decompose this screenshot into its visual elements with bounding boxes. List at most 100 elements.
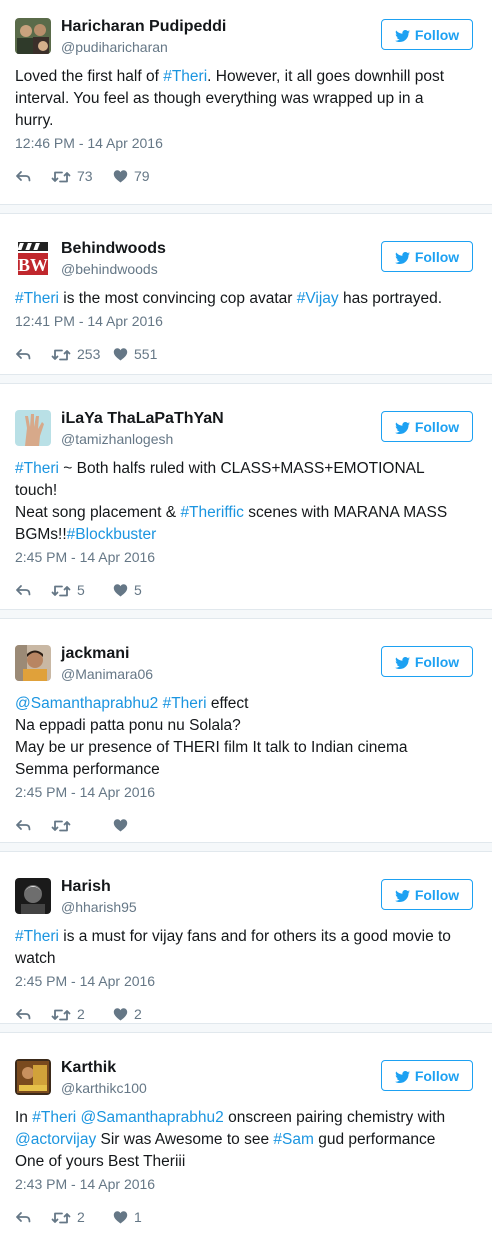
reply-button[interactable] [15, 583, 51, 597]
tweet-divider [0, 1023, 492, 1033]
retweet-button[interactable]: 73 [51, 168, 113, 184]
follow-label: Follow [414, 653, 460, 670]
text-segment: gud performance [313, 1131, 436, 1148]
avatar[interactable] [15, 645, 51, 681]
like-button[interactable]: 1 [113, 1209, 153, 1225]
tweet-text-line: One of yours Best Theriii [15, 1151, 477, 1173]
tweet-text-line: Na eppadi patta ponu nu Solala? [15, 715, 477, 737]
avatar[interactable] [15, 1059, 51, 1095]
avatar-image [15, 1059, 51, 1095]
like-button[interactable]: 79 [113, 168, 153, 184]
author-name[interactable]: Karthik [61, 1059, 116, 1077]
hashtag-link[interactable]: #Theri [163, 695, 207, 712]
retweet-count: 2 [77, 1006, 85, 1022]
avatar-image [15, 878, 51, 914]
reply-button[interactable] [15, 347, 51, 361]
like-button[interactable]: 551 [113, 346, 157, 362]
author-name[interactable]: iLaYa ThaLaPaThYaN [61, 410, 224, 428]
retweet-icon [51, 1212, 71, 1224]
like-button[interactable] [113, 818, 153, 833]
heart-icon [113, 583, 128, 596]
text-segment: scenes with MARANA MASS [243, 504, 448, 521]
tweet-text-line: In #Theri @Samanthaprabhu2 onscreen pair… [15, 1107, 477, 1129]
follow-label: Follow [414, 886, 460, 903]
retweet-button[interactable]: 2 [51, 1006, 113, 1022]
reply-icon [16, 585, 31, 596]
tweet-feed: Haricharan Pudipeddi @pudiharicharan Follo… [0, 0, 492, 1239]
tweet-actions: 73 79 [15, 166, 153, 186]
timestamp[interactable]: 2:43 PM - 14 Apr 2016 [15, 1176, 155, 1192]
author-handle[interactable]: @pudiharicharan [61, 39, 168, 55]
mention-link[interactable]: @Samanthaprabhu2 [80, 1109, 223, 1126]
retweet-icon [51, 171, 71, 183]
follow-button[interactable]: Follow [381, 879, 473, 910]
retweet-button[interactable]: 5 [51, 582, 113, 598]
follow-button[interactable]: Follow [381, 19, 473, 50]
tweet-text-line: #Theri is a must for vijay fans and for … [15, 926, 477, 948]
like-button[interactable]: 5 [113, 582, 153, 598]
follow-button[interactable]: Follow [381, 646, 473, 677]
reply-icon [16, 171, 31, 182]
author-handle[interactable]: @karthikc100 [61, 1080, 147, 1096]
author-handle[interactable]: @hharish95 [61, 899, 137, 915]
follow-label: Follow [414, 1067, 460, 1084]
text-segment: is the most convincing cop avatar [58, 290, 297, 307]
text-segment: BGMs!! [15, 526, 67, 543]
follow-button[interactable]: Follow [381, 241, 473, 272]
author-name[interactable]: Haricharan Pudipeddi [61, 18, 226, 36]
text-segment: Neat song placement & [15, 504, 181, 521]
timestamp[interactable]: 2:45 PM - 14 Apr 2016 [15, 973, 155, 989]
hashtag-link[interactable]: #Theri [15, 460, 59, 477]
author-name[interactable]: Behindwoods [61, 240, 166, 258]
tweet-card: iLaYa ThaLaPaThYaN @tamizhanlogesh Follow #… [0, 392, 492, 609]
tweet-text: In #Theri @Samanthaprabhu2 onscreen pair… [15, 1107, 477, 1173]
hashtag-link[interactable]: #Theri [163, 68, 207, 85]
like-button[interactable]: 2 [113, 1006, 153, 1022]
author-name[interactable]: Harish [61, 878, 111, 896]
author-handle[interactable]: @Manimara06 [61, 666, 153, 682]
twitter-bird-icon [394, 1070, 410, 1083]
reply-button[interactable] [15, 1210, 51, 1224]
author-handle[interactable]: @behindwoods [61, 261, 158, 277]
hashtag-link[interactable]: #Blockbuster [67, 526, 157, 543]
avatar-image: BW [15, 240, 51, 276]
mention-link[interactable]: @Samanthaprabhu2 [15, 695, 158, 712]
avatar[interactable] [15, 18, 51, 54]
tweet-text: Loved the first half of #Theri. However,… [15, 66, 477, 132]
reply-icon [16, 1212, 31, 1223]
reply-button[interactable] [15, 1007, 51, 1021]
timestamp[interactable]: 2:45 PM - 14 Apr 2016 [15, 549, 155, 565]
avatar[interactable] [15, 410, 51, 446]
text-segment: touch! [15, 482, 58, 499]
twitter-bird-icon [394, 1070, 410, 1083]
text-segment: One of yours Best Theriii [15, 1153, 186, 1170]
reply-button[interactable] [15, 818, 51, 832]
retweet-button[interactable]: 2 [51, 1209, 113, 1225]
hashtag-link[interactable]: #Theri [15, 928, 59, 945]
retweet-button[interactable]: 253 [51, 346, 113, 362]
tweet-card: Haricharan Pudipeddi @pudiharicharan Follo… [0, 0, 492, 204]
tweet-divider [0, 842, 492, 852]
like-count: 2 [134, 1006, 142, 1022]
author-name[interactable]: jackmani [61, 645, 129, 663]
timestamp[interactable]: 12:46 PM - 14 Apr 2016 [15, 135, 163, 151]
hashtag-link[interactable]: #Theri [15, 290, 59, 307]
hashtag-link[interactable]: #Vijay [297, 290, 339, 307]
hashtag-link[interactable]: #Theri [32, 1109, 76, 1126]
reply-button[interactable] [15, 169, 51, 183]
tweet-text-line: May be ur presence of THERI film It talk… [15, 737, 477, 759]
timestamp[interactable]: 2:45 PM - 14 Apr 2016 [15, 784, 155, 800]
twitter-bird-icon [394, 656, 410, 669]
hashtag-link[interactable]: #Theriffic [180, 504, 243, 521]
timestamp[interactable]: 12:41 PM - 14 Apr 2016 [15, 313, 163, 329]
avatar[interactable] [15, 878, 51, 914]
tweet-text-line: watch [15, 948, 477, 970]
follow-button[interactable]: Follow [381, 1060, 473, 1091]
mention-link[interactable]: @actorvijay [15, 1131, 96, 1148]
heart-icon [113, 1007, 128, 1020]
retweet-button[interactable] [51, 817, 113, 833]
hashtag-link[interactable]: #Sam [273, 1131, 314, 1148]
avatar[interactable]: BW [15, 240, 51, 276]
follow-button[interactable]: Follow [381, 411, 473, 442]
author-handle[interactable]: @tamizhanlogesh [61, 431, 173, 447]
